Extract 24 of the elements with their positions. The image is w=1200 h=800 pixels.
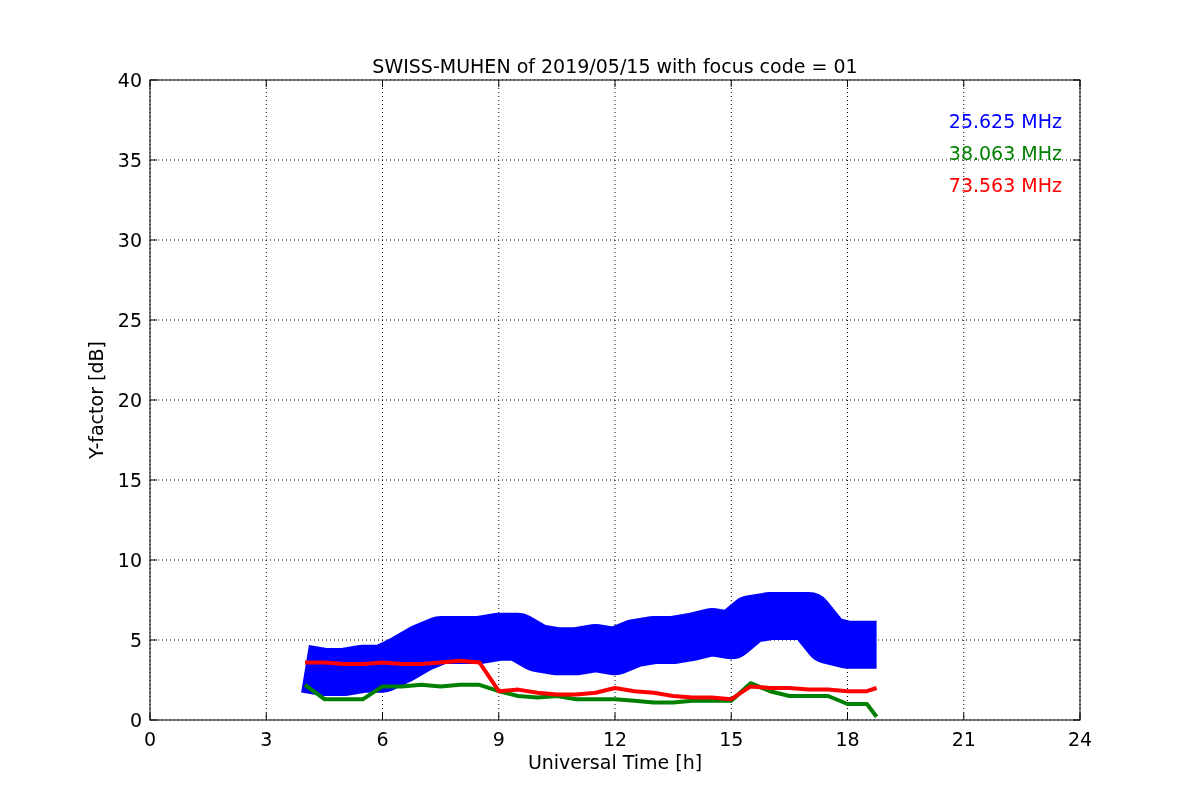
legend-label: 25.625 MHz bbox=[948, 110, 1062, 132]
tick-label: 40 bbox=[117, 69, 142, 91]
tick-label: 0 bbox=[129, 709, 142, 731]
tick-label: 35 bbox=[117, 149, 142, 171]
legend-label: 73.563 MHz bbox=[948, 174, 1062, 196]
tick-label: 30 bbox=[117, 229, 142, 251]
tick-label: 15 bbox=[117, 469, 142, 491]
tick-label: 12 bbox=[602, 728, 628, 750]
tick-label: 15 bbox=[719, 728, 744, 750]
tick-label: 9 bbox=[492, 728, 505, 750]
tick-label: 10 bbox=[117, 549, 142, 571]
tick-label: 0 bbox=[143, 728, 157, 750]
tick-label: 20 bbox=[117, 389, 142, 411]
tick-label: 6 bbox=[376, 728, 389, 750]
tick-label: 24 bbox=[1067, 728, 1093, 750]
tick-label: 3 bbox=[260, 728, 273, 750]
legend-label: 38.063 MHz bbox=[948, 142, 1062, 164]
tick-label: 18 bbox=[835, 728, 860, 750]
tick-label: 25 bbox=[117, 309, 142, 331]
tick-label: 21 bbox=[951, 728, 976, 750]
y-axis-label: Y-factor [dB] bbox=[85, 341, 107, 459]
tick-label: 5 bbox=[129, 629, 142, 651]
x-axis-label: Universal Time [h] bbox=[527, 751, 703, 773]
chart-title: SWISS-MUHEN of 2019/05/15 with focus code = 01 bbox=[372, 55, 858, 77]
